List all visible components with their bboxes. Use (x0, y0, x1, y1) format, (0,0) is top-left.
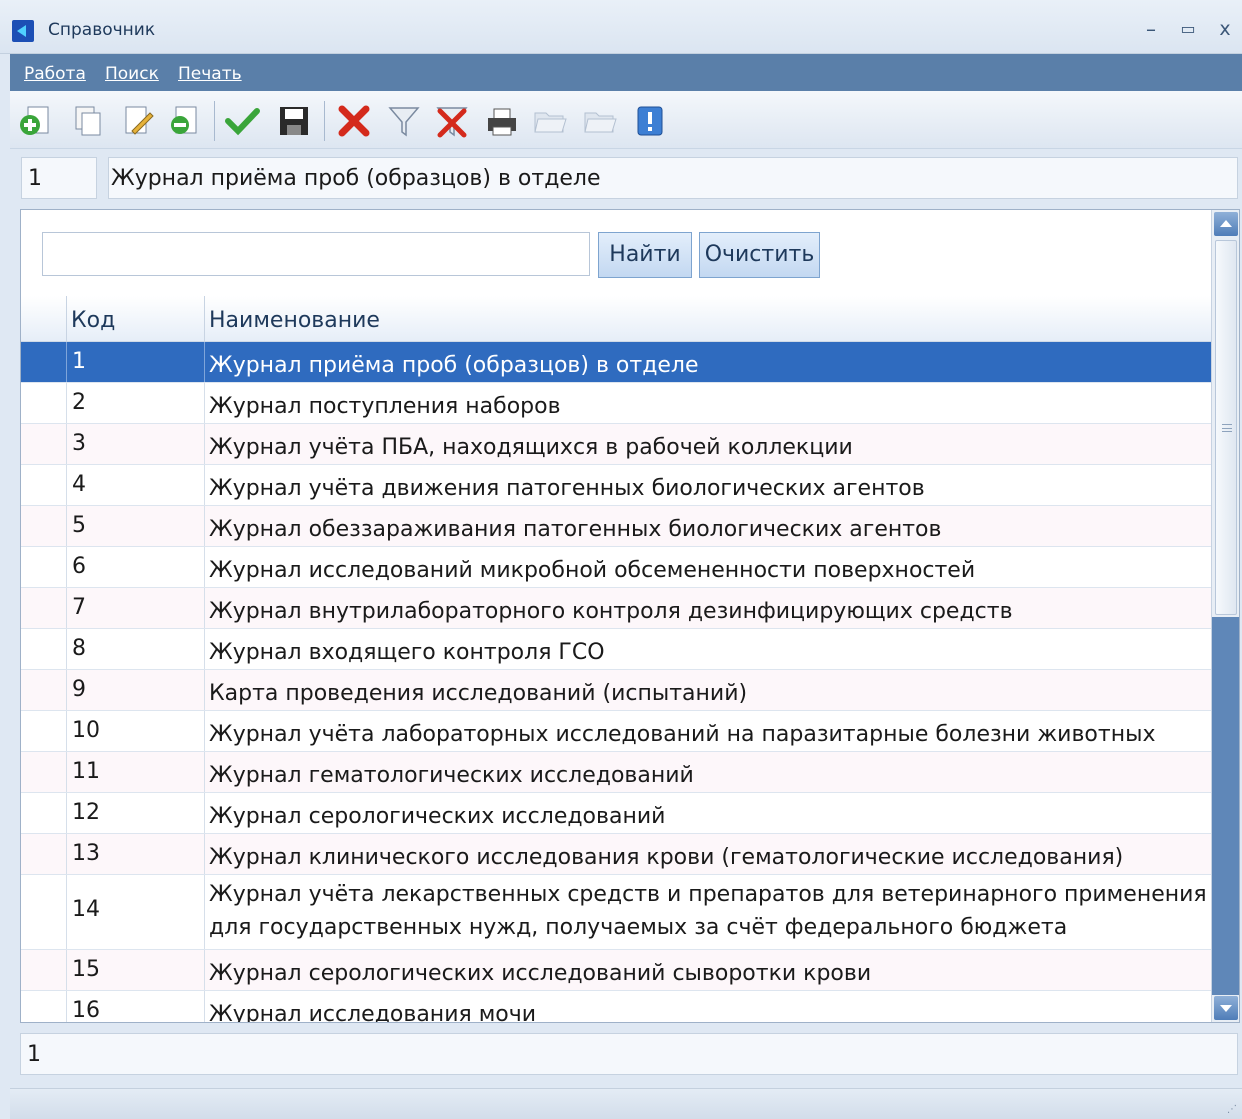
cell-code: 2 (66, 383, 204, 423)
cancel-icon[interactable] (336, 103, 372, 139)
table-row[interactable]: 15 Журнал серологических исследований сы… (21, 950, 1211, 991)
cell-name: Журнал гематологических исследований (204, 752, 1211, 792)
footer-field[interactable]: 1 (20, 1033, 1238, 1075)
cell-code: 9 (66, 670, 204, 710)
cell-name: Журнал исследований микробной обсемененн… (204, 547, 1211, 587)
cell-name: Журнал исследования мочи (204, 991, 1211, 1022)
column-header-name[interactable]: Наименование (204, 296, 384, 342)
delete-row-icon[interactable] (166, 103, 202, 139)
menu-item-pechat[interactable]: Печать (178, 64, 242, 84)
cell-name: Журнал учёта ПБА, находящихся в рабочей … (204, 424, 1211, 464)
table-row[interactable]: 1 Журнал приёма проб (образцов) в отделе (21, 342, 1211, 383)
toolbar (10, 91, 1242, 149)
table-row[interactable]: 2 Журнал поступления наборов (21, 383, 1211, 424)
table-row[interactable]: 4 Журнал учёта движения патогенных биоло… (21, 465, 1211, 506)
table-row[interactable]: 9 Карта проведения исследований (испытан… (21, 670, 1211, 711)
print-icon[interactable] (484, 103, 520, 139)
table-row[interactable]: 12 Журнал серологических исследований (21, 793, 1211, 834)
cell-code: 13 (66, 834, 204, 874)
menu-item-rabota[interactable]: Работа (24, 64, 86, 84)
cell-code: 12 (66, 793, 204, 833)
cell-name: Журнал клинического исследования крови (… (204, 834, 1211, 874)
minimize-button[interactable]: – (1138, 16, 1164, 42)
table-row[interactable]: 5 Журнал обеззараживания патогенных биол… (21, 506, 1211, 547)
title-bar: Справочник – ▭ x (0, 0, 1242, 54)
filter-icon[interactable] (386, 103, 422, 139)
cell-code: 6 (66, 547, 204, 587)
cell-code: 8 (66, 629, 204, 669)
scroll-down-icon[interactable] (1214, 996, 1238, 1020)
save-icon[interactable] (276, 103, 312, 139)
cell-name: Журнал входящего контроля ГСО (204, 629, 1211, 669)
table-row[interactable]: 11 Журнал гематологических исследований (21, 752, 1211, 793)
code-field[interactable]: 1 (21, 157, 97, 199)
table-row[interactable]: 7 Журнал внутрилабораторного контроля де… (21, 588, 1211, 629)
resize-grip-icon[interactable]: ⋰ (1227, 1104, 1238, 1115)
menu-item-poisk[interactable]: Поиск (105, 64, 159, 84)
add-icon[interactable] (18, 103, 54, 139)
clear-button[interactable]: Очистить (699, 232, 820, 278)
search-input[interactable] (42, 232, 590, 276)
close-button[interactable]: x (1212, 16, 1238, 42)
scroll-up-icon[interactable] (1214, 212, 1238, 236)
menu-bar: Работа Поиск Печать (10, 54, 1242, 91)
cell-name: Журнал серологических исследований (204, 793, 1211, 833)
cell-code: 14 (66, 875, 204, 949)
info-icon[interactable] (632, 103, 668, 139)
maximize-button[interactable]: ▭ (1175, 16, 1201, 42)
cell-name: Журнал поступления наборов (204, 383, 1211, 423)
cell-code: 1 (66, 342, 204, 382)
clear-filter-icon[interactable] (434, 103, 470, 139)
scroll-thumb[interactable] (1215, 240, 1237, 615)
table-row[interactable]: 16 Журнал исследования мочи (21, 991, 1211, 1022)
table-row[interactable]: 6 Журнал исследований микробной обсемене… (21, 547, 1211, 588)
cell-name: Карта проведения исследований (испытаний… (204, 670, 1211, 710)
data-grid: Код Наименование 1 Журнал приёма проб (о… (21, 296, 1211, 1022)
cell-code: 15 (66, 950, 204, 990)
cell-code: 16 (66, 991, 204, 1022)
name-field[interactable]: Журнал приёма проб (образцов) в отделе (108, 157, 1238, 199)
cell-name: Журнал обеззараживания патогенных биолог… (204, 506, 1211, 546)
table-row[interactable]: 14 Журнал учёта лекарственных средств и … (21, 875, 1211, 950)
reference-list-panel: Найти Очистить Код Наименование 1 Журнал… (20, 209, 1240, 1023)
table-row[interactable]: 13 Журнал клинического исследования кров… (21, 834, 1211, 875)
table-row[interactable]: 8 Журнал входящего контроля ГСО (21, 629, 1211, 670)
folder-open-icon[interactable] (532, 103, 568, 139)
cell-name: Журнал учёта движения патогенных биологи… (204, 465, 1211, 505)
cell-name: Журнал серологических исследований сывор… (204, 950, 1211, 990)
find-button[interactable]: Найти (598, 232, 692, 278)
grip-icon (1222, 424, 1232, 432)
vertical-scrollbar[interactable] (1211, 210, 1239, 1022)
check-icon[interactable] (224, 103, 260, 139)
cell-name: Журнал внутрилабораторного контроля дези… (204, 588, 1211, 628)
status-bar: ⋰ (10, 1088, 1242, 1119)
column-header-code[interactable]: Код (66, 296, 204, 342)
edit-icon[interactable] (120, 103, 156, 139)
cell-code: 3 (66, 424, 204, 464)
cell-code: 10 (66, 711, 204, 751)
grid-header: Код Наименование (21, 296, 1211, 342)
cell-name: Журнал учёта лабораторных исследований н… (204, 711, 1211, 751)
app-logo-icon (12, 20, 34, 42)
toolbar-separator (214, 101, 215, 141)
cell-code: 11 (66, 752, 204, 792)
cell-code: 5 (66, 506, 204, 546)
copy-icon[interactable] (70, 103, 106, 139)
toolbar-separator (324, 101, 325, 141)
table-row[interactable]: 3 Журнал учёта ПБА, находящихся в рабоче… (21, 424, 1211, 465)
folder-save-icon[interactable] (582, 103, 618, 139)
table-row[interactable]: 10 Журнал учёта лабораторных исследовани… (21, 711, 1211, 752)
cell-code: 7 (66, 588, 204, 628)
cell-name: Журнал приёма проб (образцов) в отделе (204, 342, 1211, 382)
cell-name: Журнал учёта лекарственных средств и пре… (204, 875, 1211, 949)
window-title: Справочник (48, 20, 156, 40)
scroll-track[interactable] (1212, 617, 1239, 995)
cell-code: 4 (66, 465, 204, 505)
